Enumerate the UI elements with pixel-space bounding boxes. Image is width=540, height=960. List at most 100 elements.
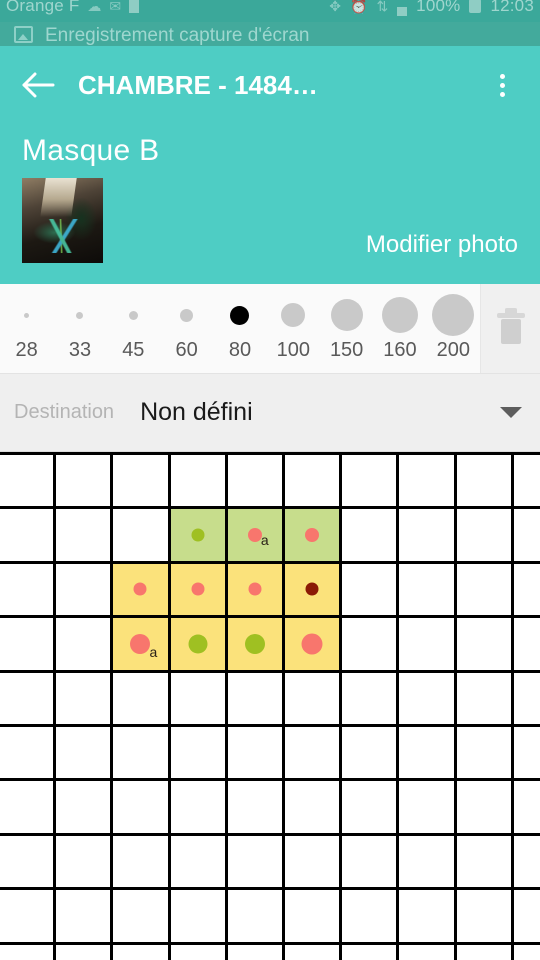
notification-row[interactable]: Enregistrement capture d'écran bbox=[0, 22, 540, 46]
grid-cell-r5c9[interactable] bbox=[456, 672, 511, 724]
grid-cell-r10c9[interactable] bbox=[456, 944, 511, 960]
grid-cell-r7c8[interactable] bbox=[399, 781, 454, 833]
grid-cell-r10c7[interactable] bbox=[342, 944, 397, 960]
grid-cell-r7c3[interactable] bbox=[113, 781, 168, 833]
grid-cell-r1c2[interactable] bbox=[56, 455, 111, 507]
grid-cell-r3c7[interactable] bbox=[342, 563, 397, 616]
grid-cell-r1c10[interactable] bbox=[513, 455, 540, 507]
grid-cell-r10c2[interactable] bbox=[56, 944, 111, 960]
grid-cell-r4c9[interactable] bbox=[456, 618, 511, 670]
grid-cell-r4c6[interactable] bbox=[284, 618, 340, 670]
grid-cell-r1c8[interactable] bbox=[399, 455, 454, 507]
grid-cell-r9c9[interactable] bbox=[456, 890, 511, 942]
grid-cell-r4c8[interactable] bbox=[399, 618, 454, 670]
grid-cell-r6c7[interactable] bbox=[342, 726, 397, 779]
grid-cell-r4c3[interactable]: a bbox=[113, 618, 168, 670]
grid-cell-r9c4[interactable] bbox=[170, 890, 225, 942]
grid-cell-r4c10[interactable] bbox=[513, 618, 540, 670]
grid-cell-r10c4[interactable] bbox=[170, 944, 225, 960]
size-option-160[interactable]: 160 bbox=[373, 284, 426, 373]
grid-cell-r4c2[interactable] bbox=[56, 618, 111, 670]
grid-cell-r7c10[interactable] bbox=[513, 781, 540, 833]
grid-cell-r8c3[interactable] bbox=[113, 835, 168, 888]
grid-cell-r5c2[interactable] bbox=[56, 672, 111, 724]
size-option-45[interactable]: 45 bbox=[107, 284, 160, 373]
grid-cell-r10c10[interactable] bbox=[513, 944, 540, 960]
grid-cell-r2c5[interactable]: a bbox=[227, 509, 282, 561]
overflow-menu-button[interactable] bbox=[480, 62, 524, 108]
grid-cell-r4c4[interactable] bbox=[170, 618, 225, 670]
grid-cell-r6c8[interactable] bbox=[399, 726, 454, 779]
grid-cell-r8c2[interactable] bbox=[56, 835, 111, 888]
grid-cell-r7c1[interactable] bbox=[0, 781, 54, 833]
grid-cell-r9c1[interactable] bbox=[0, 890, 54, 942]
grid-cell-r5c10[interactable] bbox=[513, 672, 540, 724]
grid-cell-r10c5[interactable] bbox=[227, 944, 282, 960]
grid-cell-r5c1[interactable] bbox=[0, 672, 54, 724]
grid-cell-r8c1[interactable] bbox=[0, 835, 54, 888]
size-option-33[interactable]: 33 bbox=[53, 284, 106, 373]
size-option-150[interactable]: 150 bbox=[320, 284, 373, 373]
grid-cell-r2c8[interactable] bbox=[399, 509, 454, 561]
grid-cell-r8c8[interactable] bbox=[399, 835, 454, 888]
grid-cell-r3c10[interactable] bbox=[513, 563, 540, 616]
grid-cell-r7c6[interactable] bbox=[284, 781, 340, 833]
grid-cell-r8c9[interactable] bbox=[456, 835, 511, 888]
grid-cell-r10c8[interactable] bbox=[399, 944, 454, 960]
grid-cell-r1c5[interactable] bbox=[227, 455, 282, 507]
grid-cell-r9c7[interactable] bbox=[342, 890, 397, 942]
back-button[interactable] bbox=[16, 62, 62, 108]
grid-cell-r8c5[interactable] bbox=[227, 835, 282, 888]
grid-cell-r1c7[interactable] bbox=[342, 455, 397, 507]
grid-cell-r6c2[interactable] bbox=[56, 726, 111, 779]
grid-cell-r2c3[interactable] bbox=[113, 509, 168, 561]
size-option-200[interactable]: 200 bbox=[427, 284, 480, 373]
size-option-60[interactable]: 60 bbox=[160, 284, 213, 373]
grid-cell-r3c6[interactable] bbox=[284, 563, 340, 616]
grid-cell-r8c6[interactable] bbox=[284, 835, 340, 888]
grid-cell-r5c7[interactable] bbox=[342, 672, 397, 724]
grid-cell-r10c3[interactable] bbox=[113, 944, 168, 960]
grid-cell-r2c2[interactable] bbox=[56, 509, 111, 561]
grid-cell-r8c10[interactable] bbox=[513, 835, 540, 888]
grid-cell-r9c6[interactable] bbox=[284, 890, 340, 942]
grid-cell-r8c4[interactable] bbox=[170, 835, 225, 888]
grid-cell-r9c2[interactable] bbox=[56, 890, 111, 942]
grid-cell-r2c4[interactable] bbox=[170, 509, 225, 561]
grid-cell-r2c1[interactable] bbox=[0, 509, 54, 561]
grid-cell-r9c3[interactable] bbox=[113, 890, 168, 942]
grid-cell-r4c1[interactable] bbox=[0, 618, 54, 670]
chevron-down-icon[interactable] bbox=[500, 407, 522, 418]
grid-cell-r7c4[interactable] bbox=[170, 781, 225, 833]
grid-cell-r6c6[interactable] bbox=[284, 726, 340, 779]
grid-cell-r5c3[interactable] bbox=[113, 672, 168, 724]
grid-cell-r5c5[interactable] bbox=[227, 672, 282, 724]
size-option-80[interactable]: 80 bbox=[213, 284, 266, 373]
grid-cell-r1c3[interactable] bbox=[113, 455, 168, 507]
grid-cell-r2c10[interactable] bbox=[513, 509, 540, 561]
grid-cell-r3c2[interactable] bbox=[56, 563, 111, 616]
grid-cell-r5c8[interactable] bbox=[399, 672, 454, 724]
size-option-28[interactable]: 28 bbox=[0, 284, 53, 373]
grid-cell-r7c2[interactable] bbox=[56, 781, 111, 833]
grid-cell-r7c5[interactable] bbox=[227, 781, 282, 833]
grid-cell-r6c5[interactable] bbox=[227, 726, 282, 779]
grid-cell-r9c5[interactable] bbox=[227, 890, 282, 942]
grid-cell-r9c8[interactable] bbox=[399, 890, 454, 942]
grid-cell-r6c10[interactable] bbox=[513, 726, 540, 779]
grid-cell-r3c3[interactable] bbox=[113, 563, 168, 616]
grid-cell-r3c5[interactable] bbox=[227, 563, 282, 616]
grid-cell-r1c4[interactable] bbox=[170, 455, 225, 507]
grid-cell-r5c4[interactable] bbox=[170, 672, 225, 724]
grid-cell-r6c1[interactable] bbox=[0, 726, 54, 779]
grid-cell-r10c1[interactable] bbox=[0, 944, 54, 960]
grid-cell-r3c8[interactable] bbox=[399, 563, 454, 616]
grid-cell-r3c1[interactable] bbox=[0, 563, 54, 616]
grid-cell-r1c6[interactable] bbox=[284, 455, 340, 507]
mask-photo-thumbnail[interactable] bbox=[22, 178, 103, 263]
grid-cell-r7c7[interactable] bbox=[342, 781, 397, 833]
delete-button[interactable] bbox=[480, 284, 540, 373]
grid-cell-r3c9[interactable] bbox=[456, 563, 511, 616]
grid-cell-r6c3[interactable] bbox=[113, 726, 168, 779]
grid-cell-r6c4[interactable] bbox=[170, 726, 225, 779]
